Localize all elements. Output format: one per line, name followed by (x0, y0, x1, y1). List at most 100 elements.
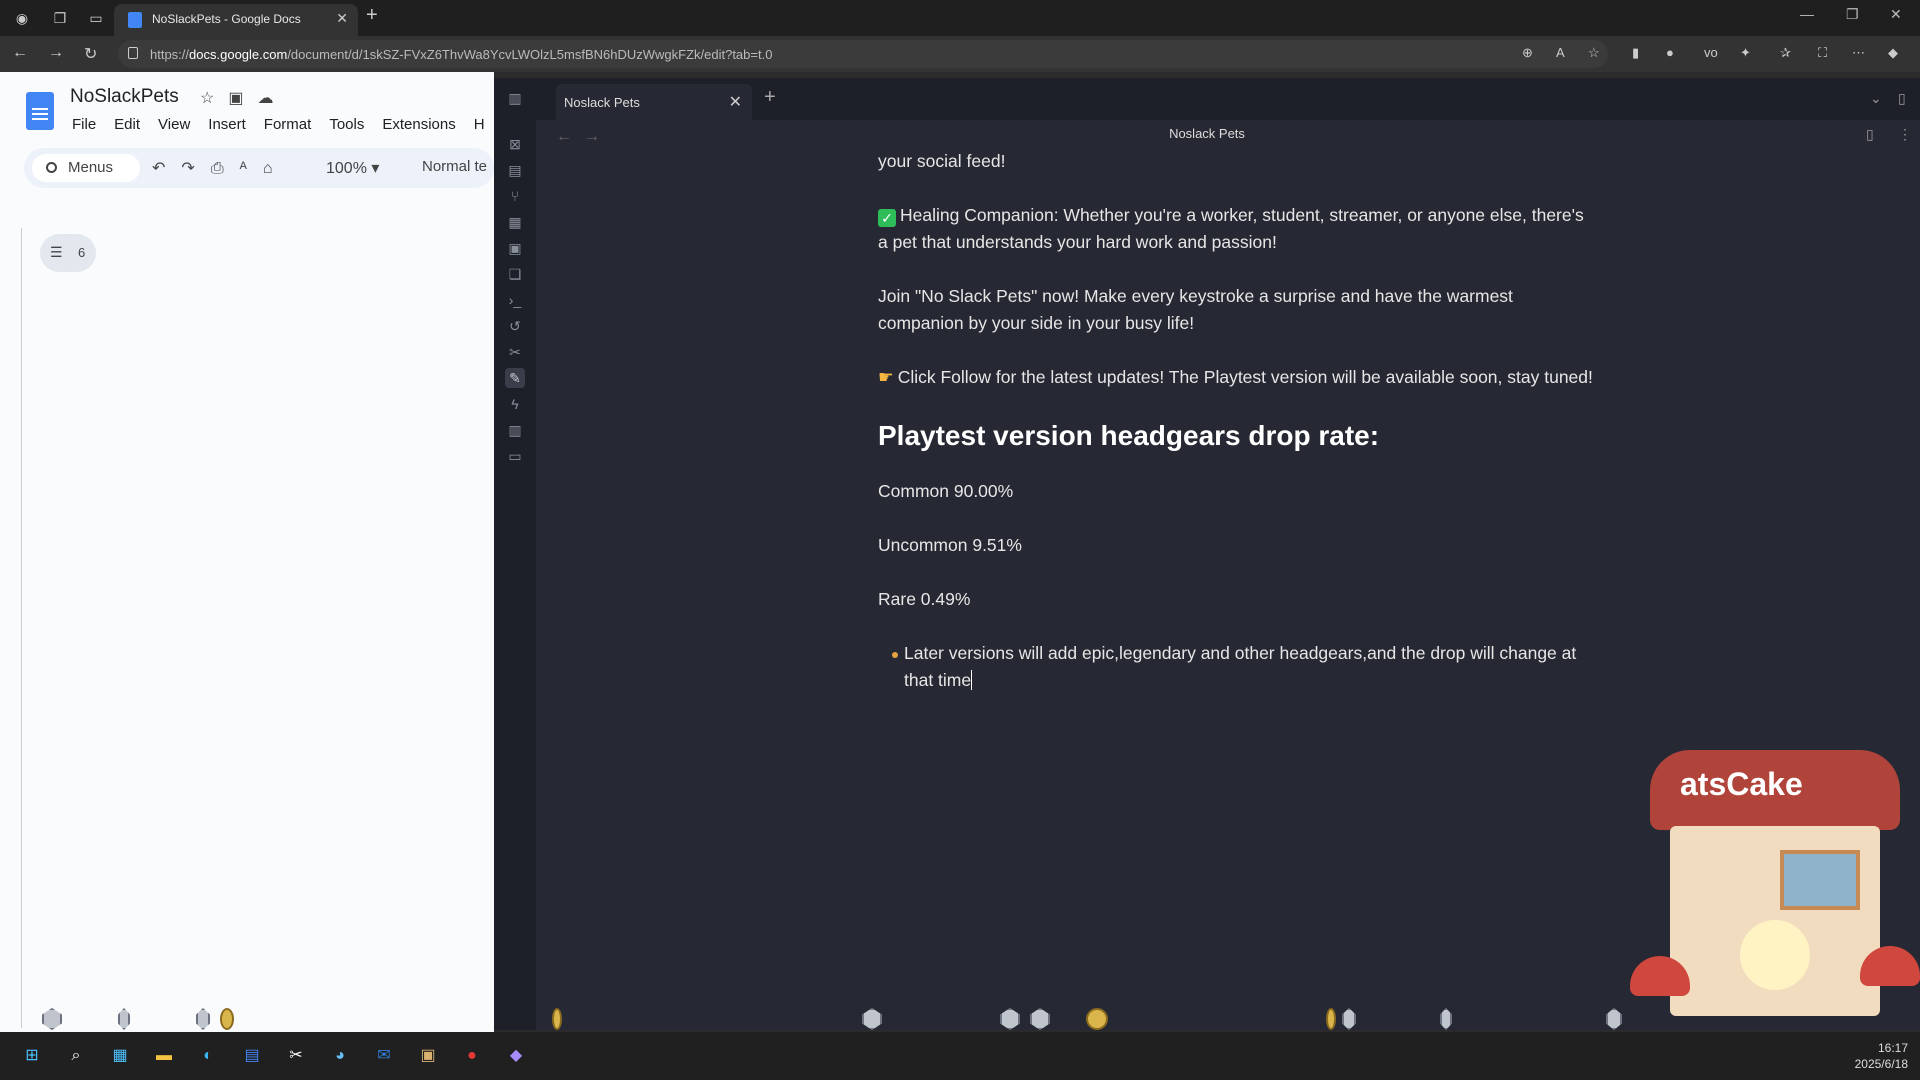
restore-icon[interactable]: ❐ (1846, 6, 1859, 23)
rate-common: Common 90.00% (878, 481, 1014, 501)
back-icon[interactable]: ← (12, 44, 28, 62)
grid-icon[interactable]: ▦ (505, 212, 525, 232)
workspaces-icon[interactable]: ❐ (48, 6, 72, 30)
spellcheck-icon[interactable]: ᴬ (240, 160, 263, 177)
menu-extensions[interactable]: Extensions (382, 116, 455, 133)
close-tab-icon[interactable]: ✕ (336, 10, 348, 27)
new-note-icon[interactable]: ▤ (505, 160, 525, 180)
close-window-icon[interactable]: ✕ (1890, 6, 1902, 23)
tab-actions-icon[interactable]: ▭ (84, 6, 108, 30)
docs-app-icon[interactable]: ▤ (238, 1042, 266, 1070)
undo-icon[interactable]: ↶ (152, 160, 181, 177)
forward-icon[interactable]: → (48, 44, 64, 62)
coin-icon[interactable] (1086, 1008, 1108, 1030)
healing-text: Healing Companion: Whether you're a work… (878, 205, 1584, 252)
move-folder-icon[interactable]: ▣ (228, 90, 257, 107)
paragraph-social: your social feed! (878, 151, 1006, 171)
favorite-star-icon[interactable]: ☆ (1588, 45, 1600, 61)
favorites-icon[interactable]: ✰ (1780, 45, 1791, 61)
reading-mode-icon[interactable]: ▯ (1866, 126, 1874, 143)
extension-green-icon[interactable]: ● (1666, 45, 1674, 60)
close-tab-icon[interactable]: ✕ (729, 92, 742, 112)
document-outline-button[interactable]: ☰ 6 (40, 234, 96, 272)
edit-pen-icon[interactable]: ✎ (505, 368, 525, 388)
paragraph-style-select[interactable]: Normal te (422, 158, 487, 175)
comment-icon[interactable]: ▭ (505, 446, 525, 466)
menu-help[interactable]: H (474, 116, 485, 133)
start-icon[interactable]: ⊞ (18, 1042, 46, 1070)
menu-format[interactable]: Format (264, 116, 312, 133)
history-icon[interactable]: ↺ (505, 316, 525, 336)
screenshot-icon[interactable]: ⛶ (1818, 45, 1827, 61)
read-aloud-icon[interactable]: A (1556, 45, 1565, 60)
capcut-icon[interactable]: ✂ (282, 1042, 310, 1070)
tools-icon[interactable]: ✂ (505, 342, 525, 362)
coin-icon[interactable] (1326, 1008, 1336, 1030)
browser-tab-docs[interactable]: NoSlackPets - Google Docs ✕ (114, 4, 358, 36)
app-ribbon: ⊠ ▤ ⑂ ▦ ▣ ❏ ›_ ↺ ✂ ✎ ϟ ▥ ▭ (494, 120, 536, 1030)
clock-time: 16:17 (1877, 1041, 1908, 1055)
coin-icon[interactable] (552, 1008, 562, 1030)
search-icon[interactable]: ⌕ (62, 1042, 90, 1070)
app-tab-label: Noslack Pets (564, 95, 640, 110)
menu-edit[interactable]: Edit (114, 116, 140, 133)
pet-cafe-illustration[interactable]: atsCake (1630, 730, 1920, 1030)
cloud-status-icon[interactable]: ☁ (257, 90, 287, 107)
menu-view[interactable]: View (158, 116, 190, 133)
pet-character[interactable] (1740, 920, 1810, 990)
url-bar[interactable]: https://docs.google.com/document/d/1skSZ… (118, 40, 1608, 68)
outlook-icon[interactable]: ✉ (370, 1042, 398, 1070)
new-tab-icon[interactable]: + (366, 4, 378, 27)
extension-vo-icon[interactable]: vo (1704, 45, 1718, 60)
checkmark-icon: ✓ (878, 209, 896, 227)
copilot-icon[interactable]: ◆ (1888, 45, 1898, 61)
zoom-select[interactable]: 100% ▾ (326, 158, 379, 178)
paint-format-icon[interactable]: ⌂ (263, 160, 289, 177)
app-tab-noslack[interactable]: Noslack Pets ✕ (556, 84, 752, 120)
browser-tab-title: NoSlackPets - Google Docs (152, 12, 301, 26)
menu-insert[interactable]: Insert (208, 116, 246, 133)
system-clock[interactable]: 16:17 2025/6/18 (1855, 1040, 1908, 1072)
star-icon[interactable]: ☆ (200, 90, 228, 107)
terminal-icon[interactable]: ›_ (505, 290, 525, 310)
new-tab-icon[interactable]: + (764, 86, 776, 109)
zoom-icon[interactable]: ⊕ (1522, 45, 1533, 61)
doc-title[interactable]: NoSlackPets (70, 86, 179, 108)
bullet-text: Later versions will add epic,legendary a… (904, 643, 1577, 690)
redo-icon[interactable]: ↷ (181, 160, 210, 177)
file-explorer-icon[interactable]: ▬ (150, 1042, 178, 1070)
chevron-down-icon[interactable]: ⌄ (1870, 90, 1882, 107)
reload-icon[interactable]: ↻ (84, 44, 97, 64)
minimize-icon[interactable]: — (1800, 6, 1814, 22)
extension-u-icon[interactable]: ▮ (1632, 45, 1639, 61)
edge-icon[interactable]: ◐ (194, 1042, 222, 1070)
calendar-icon[interactable]: ▣ (505, 238, 525, 258)
vertical-ruler (8, 228, 22, 1028)
bullet-dot-icon (892, 652, 898, 658)
lightning-icon[interactable]: ϟ (505, 394, 525, 414)
lock-icon (128, 47, 138, 59)
more-options-icon[interactable]: ⋮ (1898, 126, 1912, 143)
obsidian-icon[interactable]: ◆ (502, 1042, 530, 1070)
coin-icon[interactable] (220, 1008, 234, 1030)
menu-tools[interactable]: Tools (329, 116, 364, 133)
more-icon[interactable]: ⋯ (1852, 45, 1865, 61)
print-icon[interactable]: ⎙ (211, 160, 240, 177)
profile-avatar-icon[interactable]: ◉ (10, 6, 34, 30)
extensions-icon[interactable]: ✦ (1740, 45, 1751, 61)
search-menus-label: Menus (68, 159, 114, 176)
menu-file[interactable]: File (72, 116, 96, 133)
sidebar-toggle-icon[interactable]: ▥ (505, 88, 525, 108)
clipboard-icon[interactable]: ▥ (505, 420, 525, 440)
record-icon[interactable]: ● (458, 1042, 486, 1070)
git-branch-icon[interactable]: ⑂ (505, 186, 525, 206)
widgets-icon[interactable]: ▦ (106, 1042, 134, 1070)
docs-logo-icon[interactable] (26, 92, 54, 130)
address-toolbar: ← → ↻ https://docs.google.com/document/d… (0, 36, 1920, 72)
pet-app-icon[interactable]: ▣ (414, 1042, 442, 1070)
note-content[interactable]: your social feed! ✓ Healing Companion: Wh… (878, 148, 1598, 694)
copy-icon[interactable]: ❏ (505, 264, 525, 284)
right-panel-toggle-icon[interactable]: ▯ (1898, 90, 1906, 107)
steam-icon[interactable]: ◕ (326, 1042, 354, 1070)
search-menus-button[interactable]: Menus (32, 154, 140, 182)
